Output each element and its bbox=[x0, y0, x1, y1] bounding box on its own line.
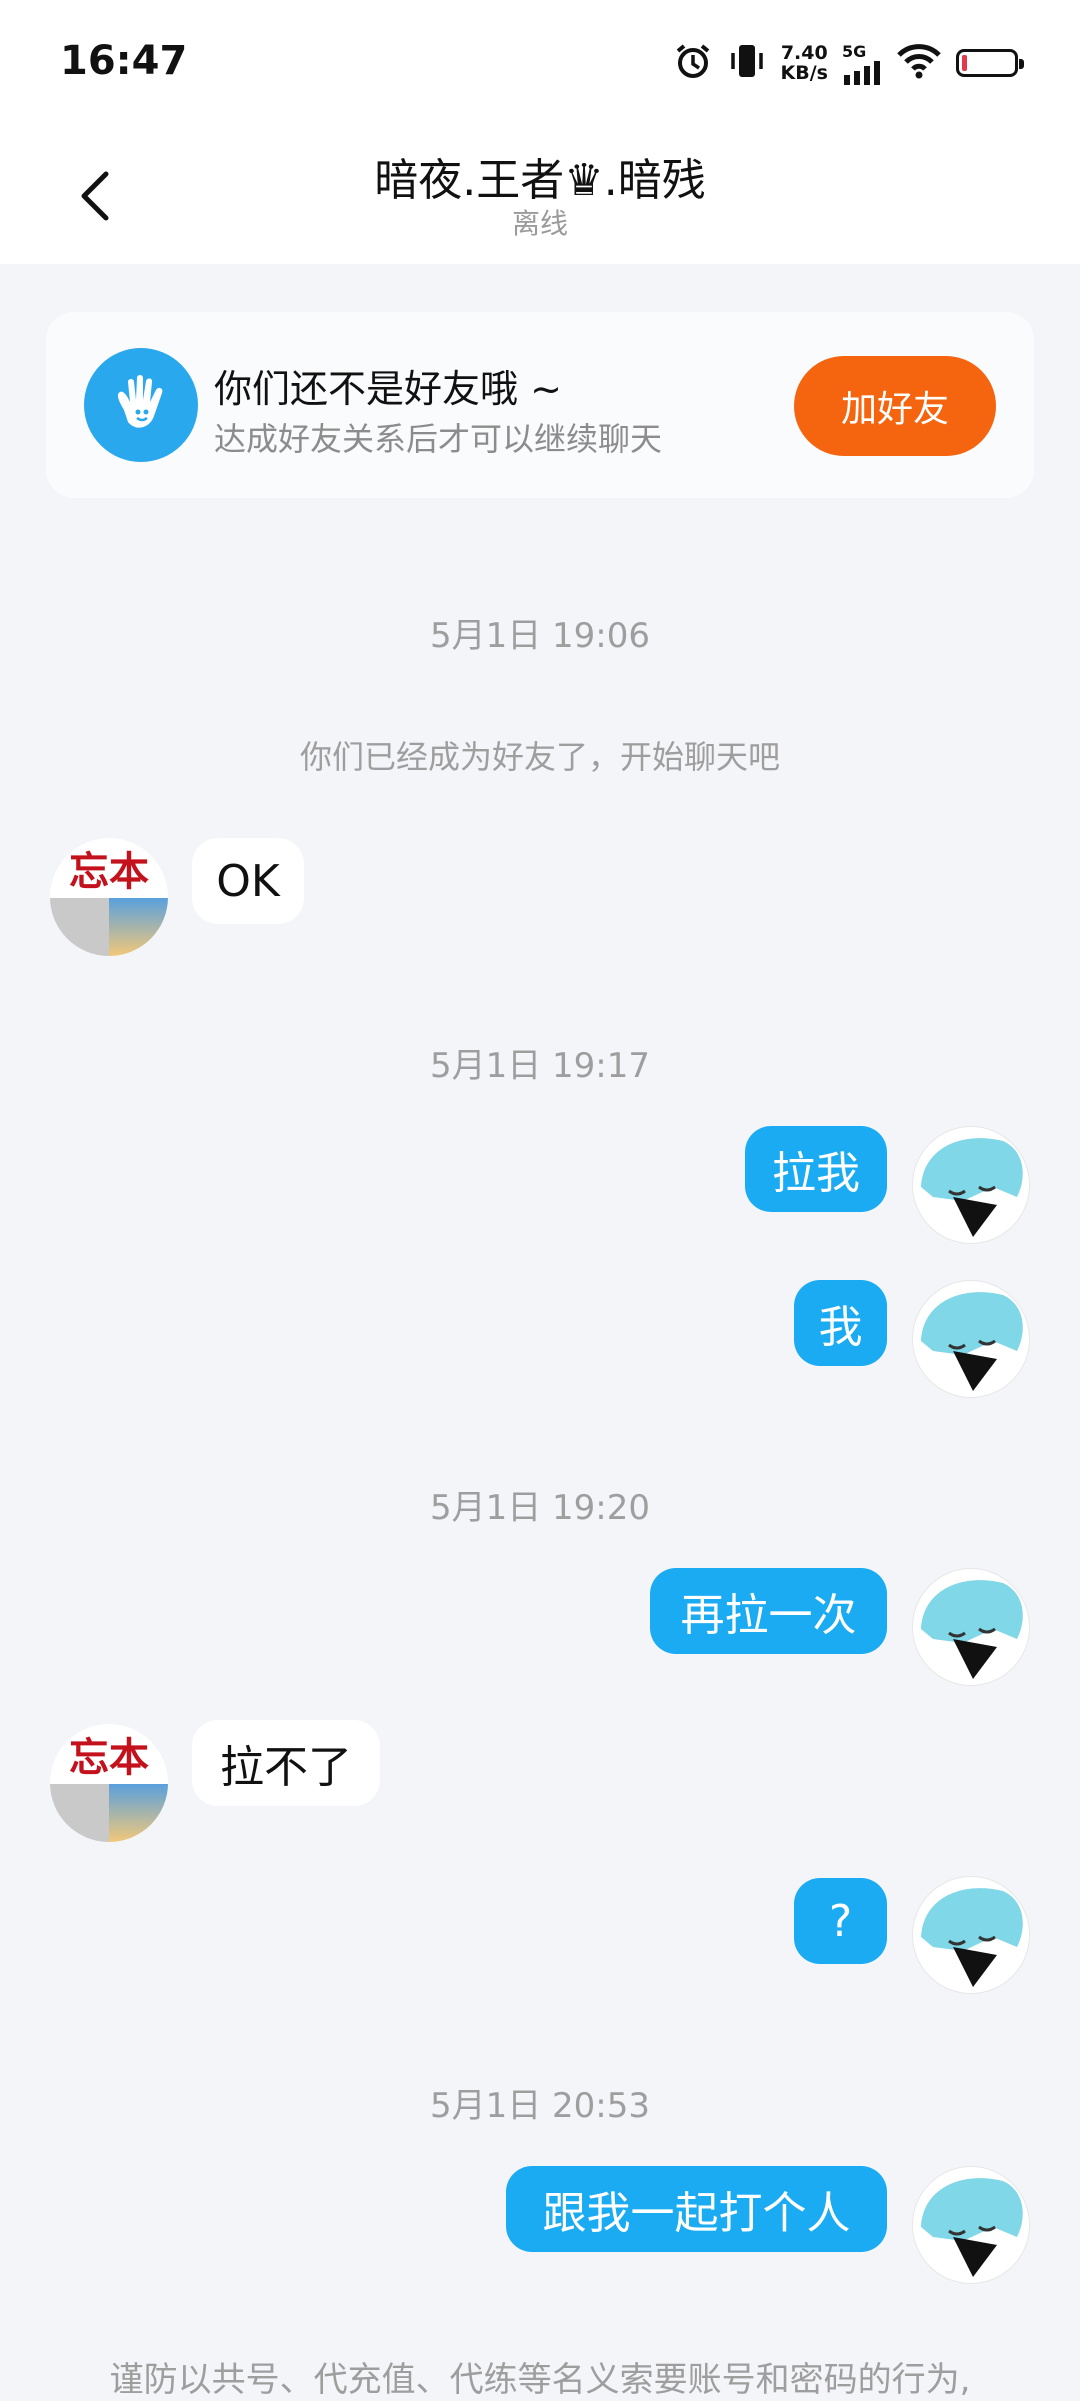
my-avatar[interactable] bbox=[912, 1280, 1030, 1398]
status-bar: 16:47 7.40 KB/s 5G bbox=[0, 0, 1080, 128]
status-icons: 7.40 KB/s 5G bbox=[673, 38, 1024, 88]
hand-wave-icon bbox=[84, 348, 198, 462]
my-avatar[interactable] bbox=[912, 2166, 1030, 2284]
avatar-text: 忘本 bbox=[50, 838, 168, 898]
wifi-icon bbox=[896, 41, 942, 85]
message-bubble-outgoing[interactable]: 再拉一次 bbox=[650, 1568, 887, 1654]
not-friends-title: 你们还不是好友哦 ~ bbox=[214, 367, 562, 411]
message-bubble-outgoing[interactable]: 我 bbox=[794, 1280, 887, 1366]
timestamp: 5月1日 20:53 bbox=[429, 2086, 651, 2126]
not-friends-card: 你们还不是好友哦 ~ 达成好友关系后才可以继续聊天 加好友 bbox=[46, 312, 1034, 498]
system-message: 你们已经成为好友了，开始聊天吧 bbox=[299, 738, 780, 776]
timestamp: 5月1日 19:06 bbox=[429, 616, 651, 656]
avatar-text: 忘本 bbox=[50, 1724, 168, 1784]
battery-icon bbox=[956, 49, 1024, 77]
contact-status: 离线 bbox=[511, 207, 568, 240]
message-bubble-outgoing[interactable]: ? bbox=[794, 1878, 887, 1964]
not-friends-subtitle: 达成好友关系后才可以继续聊天 bbox=[214, 420, 663, 458]
timestamp: 5月1日 19:20 bbox=[429, 1488, 651, 1528]
timestamp: 5月1日 19:17 bbox=[429, 1046, 651, 1086]
net-speed-unit: KB/s bbox=[780, 62, 828, 84]
vibrate-icon bbox=[727, 41, 767, 85]
my-avatar[interactable] bbox=[912, 1876, 1030, 1994]
signal-icon: 5G bbox=[842, 42, 882, 85]
safety-notice: 谨防以共号、代充值、代练等名义索要账号和密码的行为, bbox=[109, 2360, 971, 2400]
contact-avatar[interactable]: 忘本 bbox=[50, 838, 168, 956]
add-friend-button[interactable]: 加好友 bbox=[794, 356, 996, 456]
message-bubble-incoming[interactable]: 拉不了 bbox=[192, 1720, 380, 1806]
network-type: 5G bbox=[842, 41, 867, 61]
alarm-icon bbox=[673, 41, 713, 85]
my-avatar[interactable] bbox=[912, 1568, 1030, 1686]
message-bubble-outgoing[interactable]: 跟我一起打个人 bbox=[506, 2166, 887, 2252]
my-avatar[interactable] bbox=[912, 1126, 1030, 1244]
status-time: 16:47 bbox=[60, 38, 188, 84]
net-speed-value: 7.40 bbox=[780, 42, 828, 64]
net-speed: 7.40 KB/s bbox=[781, 43, 828, 83]
chat-header: 暗夜.王者♛.暗残 离线 bbox=[0, 128, 1080, 264]
contact-avatar[interactable]: 忘本 bbox=[50, 1724, 168, 1842]
message-bubble-incoming[interactable]: OK bbox=[192, 838, 304, 924]
contact-name: 暗夜.王者♛.暗残 bbox=[374, 155, 706, 206]
message-bubble-outgoing[interactable]: 拉我 bbox=[745, 1126, 887, 1212]
